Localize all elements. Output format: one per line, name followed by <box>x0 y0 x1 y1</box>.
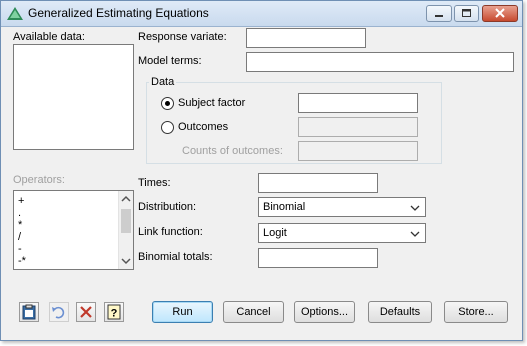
binomial-totals-label: Binomial totals: <box>138 251 213 263</box>
response-variate-input[interactable] <box>246 28 366 48</box>
clear-button[interactable] <box>76 302 96 322</box>
chevron-down-icon <box>410 231 420 237</box>
available-data-label: Available data: <box>13 31 85 43</box>
operators-label: Operators: <box>13 174 65 186</box>
help-button[interactable]: ? <box>104 302 124 322</box>
distribution-value: Binomial <box>263 201 306 213</box>
operators-scrollbar[interactable] <box>118 191 133 269</box>
minimize-button[interactable] <box>426 5 452 22</box>
scroll-up-icon <box>121 195 131 202</box>
store-button[interactable]: Store... <box>444 301 508 323</box>
maximize-icon <box>462 9 471 17</box>
model-terms-input[interactable] <box>246 52 514 72</box>
outcomes-input[interactable] <box>298 117 418 137</box>
link-function-label: Link function: <box>138 226 203 238</box>
distribution-select[interactable]: Binomial <box>258 197 426 217</box>
options-button[interactable]: Options... <box>294 301 355 323</box>
close-icon <box>495 8 505 18</box>
times-label: Times: <box>138 177 171 189</box>
help-icon: ? <box>107 304 121 320</box>
chevron-down-icon <box>410 205 420 211</box>
minimize-icon <box>435 15 443 17</box>
subject-factor-radio[interactable] <box>161 97 174 110</box>
outcomes-label: Outcomes <box>178 121 229 133</box>
close-window-button[interactable] <box>482 5 518 22</box>
list-item[interactable]: . <box>18 208 21 219</box>
subject-factor-label: Subject factor <box>178 97 246 109</box>
counts-of-outcomes-input[interactable] <box>298 141 418 161</box>
genstat-triangle-icon <box>7 7 23 20</box>
run-button[interactable]: Run <box>152 301 213 323</box>
data-group-label: Data <box>149 76 177 88</box>
list-item[interactable]: + <box>18 196 24 207</box>
list-item[interactable]: - <box>18 244 22 255</box>
link-function-select[interactable]: Logit <box>258 223 426 243</box>
operators-list[interactable]: + . * / - -* <box>13 190 134 270</box>
list-item[interactable]: * <box>18 220 22 231</box>
radio-selected-dot <box>165 101 170 106</box>
undo-button[interactable] <box>49 302 69 322</box>
cancel-button[interactable]: Cancel <box>223 301 284 323</box>
times-input[interactable] <box>258 173 378 193</box>
distribution-label: Distribution: <box>138 201 197 213</box>
scroll-down-icon <box>121 258 131 265</box>
list-item[interactable]: -* <box>18 256 26 267</box>
model-terms-label: Model terms: <box>138 55 202 67</box>
outcomes-radio[interactable] <box>161 121 174 134</box>
scroll-thumb[interactable] <box>121 209 131 233</box>
title-bar[interactable]: Generalized Estimating Equations <box>1 1 522 27</box>
undo-icon <box>52 306 65 319</box>
subject-factor-input[interactable] <box>298 93 418 113</box>
clear-icon <box>80 306 92 318</box>
counts-of-outcomes-label: Counts of outcomes: <box>182 145 283 157</box>
svg-text:?: ? <box>111 308 118 320</box>
defaults-button[interactable]: Defaults <box>368 301 432 323</box>
available-data-list[interactable] <box>13 44 134 150</box>
clipboard-button[interactable] <box>19 302 39 322</box>
clipboard-icon <box>22 304 36 320</box>
binomial-totals-input[interactable] <box>258 248 378 268</box>
maximize-button[interactable] <box>454 5 479 22</box>
list-item[interactable]: / <box>18 232 21 243</box>
window-title: Generalized Estimating Equations <box>28 6 209 20</box>
link-function-value: Logit <box>263 227 287 239</box>
dialog-window: Generalized Estimating Equations Availab… <box>0 0 523 341</box>
response-variate-label: Response variate: <box>138 31 227 43</box>
